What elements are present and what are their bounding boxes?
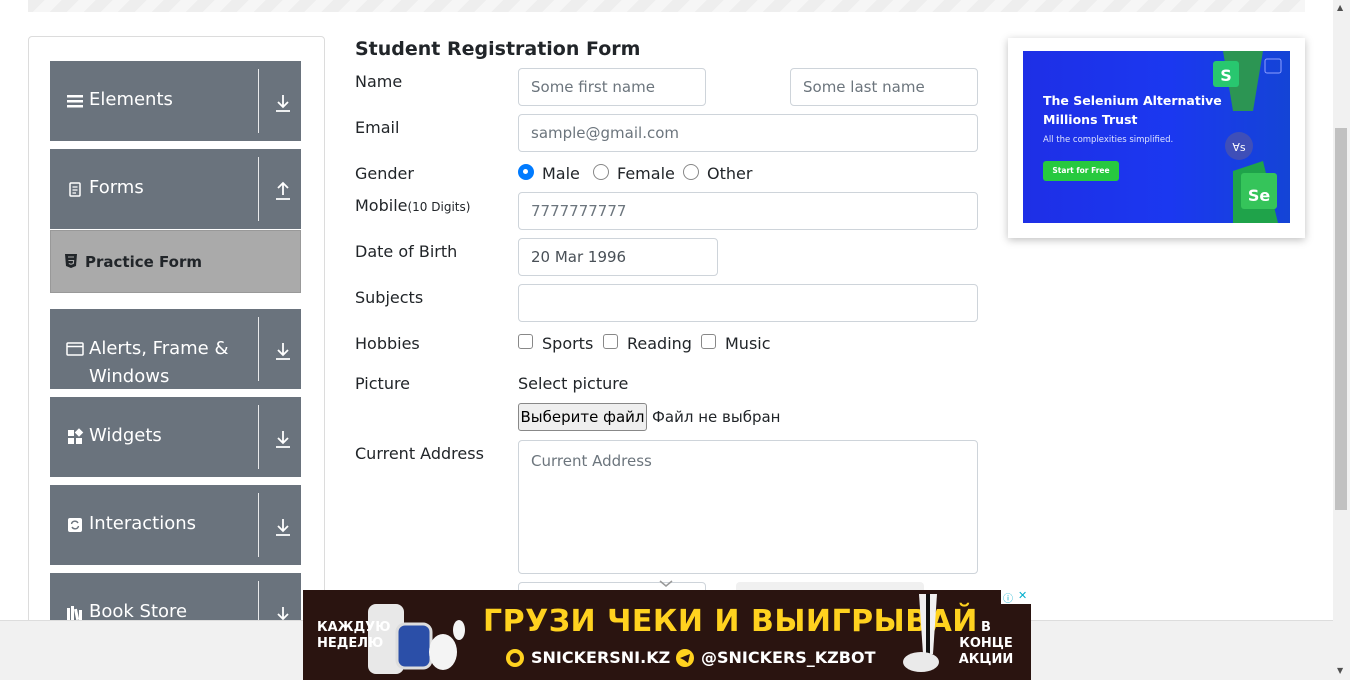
ad-left-text: КАЖДУЮ НЕДЕЛЮ <box>317 620 391 651</box>
ad-right-text: В КОНЦЕ АКЦИИ <box>958 620 1014 667</box>
sidebar-group-elements[interactable]: Elements <box>50 61 301 141</box>
ad-info-icon[interactable]: ⓘ <box>1003 590 1013 605</box>
svg-text:Se: Se <box>1248 186 1271 205</box>
divider <box>258 69 259 133</box>
svg-text:∀s: ∀s <box>1232 141 1246 154</box>
file-status-text: Файл не выбран <box>652 408 781 426</box>
sidebar-group-label: Book Store <box>89 601 188 622</box>
sidebar-group-label: Widgets <box>89 425 162 446</box>
hobby-reading-label[interactable]: Reading <box>627 334 692 353</box>
divider <box>258 317 259 381</box>
download-arrow-icon[interactable] <box>274 429 292 449</box>
gender-male-radio[interactable] <box>518 164 534 180</box>
divider <box>258 157 259 221</box>
hobby-music-checkbox[interactable] <box>701 334 716 349</box>
gender-female-label[interactable]: Female <box>617 164 675 183</box>
svg-text:S: S <box>1220 66 1232 85</box>
sidebar-group-label: Elements <box>89 89 173 110</box>
picture-label: Picture <box>355 374 411 393</box>
widgets-icon <box>68 428 84 444</box>
hobbies-label: Hobbies <box>355 334 420 353</box>
current-address-input[interactable] <box>518 440 978 574</box>
sidebar-group-interactions[interactable]: Interactions <box>50 485 301 565</box>
sidebar-group-forms[interactable]: Forms <box>50 149 301 229</box>
mobile-input[interactable] <box>518 192 978 230</box>
mobile-label: Mobile(10 Digits) <box>355 196 470 215</box>
hobby-sports-label[interactable]: Sports <box>542 334 593 353</box>
ad-graphic: S ∀s Se <box>1213 51 1282 223</box>
sidebar-item-practice-form[interactable]: Practice Form <box>50 230 301 293</box>
first-name-input[interactable] <box>518 68 706 106</box>
gender-male-label[interactable]: Male <box>542 164 580 183</box>
snickers-logo-icon <box>506 649 524 667</box>
top-banner <box>28 0 1305 12</box>
hobby-sports-checkbox[interactable] <box>518 334 533 349</box>
chevron-down-icon <box>659 580 673 587</box>
dob-label: Date of Birth <box>355 242 458 261</box>
ad-controls: ⓘ ✕ <box>1001 590 1031 605</box>
download-arrow-icon[interactable] <box>274 341 292 361</box>
window-icon <box>66 342 84 356</box>
scroll-thumb[interactable] <box>1335 128 1347 510</box>
hobby-reading-checkbox[interactable] <box>603 334 618 349</box>
ad-cta-button[interactable]: Start for Free <box>1043 161 1119 181</box>
upload-arrow-icon[interactable] <box>274 181 292 201</box>
scrollbar[interactable]: ▲ ▼ <box>1333 0 1350 680</box>
name-label: Name <box>355 72 403 91</box>
page-title: Student Registration Form <box>355 38 641 60</box>
close-icon[interactable]: ✕ <box>1018 590 1027 602</box>
ad-telegram-text: @SNICKERS_KZBOT <box>701 648 876 667</box>
email-input[interactable] <box>518 114 978 152</box>
html5-icon <box>65 254 77 268</box>
gender-other-label[interactable]: Other <box>707 164 752 183</box>
ad-site-text: SNICKERSNI.KZ <box>531 648 671 667</box>
form-icon <box>69 182 81 197</box>
telegram-icon <box>676 649 694 667</box>
ad-subtitle: All the complexities simplified. <box>1043 135 1174 145</box>
current-address-label: Current Address <box>355 444 484 463</box>
mobile-hint: (10 Digits) <box>407 200 471 214</box>
ad-right[interactable]: S ∀s Se The Selenium Alternative Million… <box>1008 38 1305 238</box>
divider <box>258 405 259 469</box>
email-label: Email <box>355 118 400 137</box>
ad-banner[interactable]: S ∀s Se The Selenium Alternative Million… <box>1023 51 1290 223</box>
sidebar-item-label: Practice Form <box>85 253 202 271</box>
sidebar-menu: Elements Forms Practice Form Alerts, Fra… <box>28 36 325 636</box>
subjects-input[interactable] <box>518 284 978 322</box>
ad-title: The Selenium Alternative Millions Trust <box>1043 93 1222 127</box>
interactions-icon <box>68 518 82 532</box>
choose-file-button[interactable]: Выберите файл <box>518 403 647 431</box>
download-arrow-icon[interactable] <box>274 93 292 113</box>
sidebar-group-label: Forms <box>89 177 144 198</box>
ad-bottom[interactable]: КАЖДУЮ НЕДЕЛЮ ГРУЗИ ЧЕКИ И ВЫИГРЫВАЙ SNI… <box>303 590 1031 680</box>
dob-input[interactable] <box>518 238 718 276</box>
select-picture-label: Select picture <box>518 374 629 393</box>
sidebar-group-label: Alerts, Frame & Windows <box>89 338 229 387</box>
subjects-label: Subjects <box>355 288 424 307</box>
sidebar-group-widgets[interactable]: Widgets <box>50 397 301 477</box>
last-name-input[interactable] <box>790 68 978 106</box>
mobile-label-text: Mobile <box>355 196 408 215</box>
console-image <box>903 594 939 672</box>
hobby-music-label[interactable]: Music <box>725 334 771 353</box>
sidebar-group-label: Interactions <box>89 513 197 534</box>
sidebar-group-alerts[interactable]: Alerts, Frame & Windows <box>50 309 301 389</box>
scroll-down-arrow-icon[interactable]: ▼ <box>1337 667 1346 675</box>
gender-female-radio[interactable] <box>593 164 609 180</box>
download-arrow-icon[interactable] <box>274 517 292 537</box>
hamburger-icon <box>67 95 83 108</box>
scroll-up-arrow-icon[interactable]: ▲ <box>1337 4 1346 12</box>
gender-label: Gender <box>355 164 414 183</box>
gender-other-radio[interactable] <box>683 164 699 180</box>
divider <box>258 493 259 557</box>
